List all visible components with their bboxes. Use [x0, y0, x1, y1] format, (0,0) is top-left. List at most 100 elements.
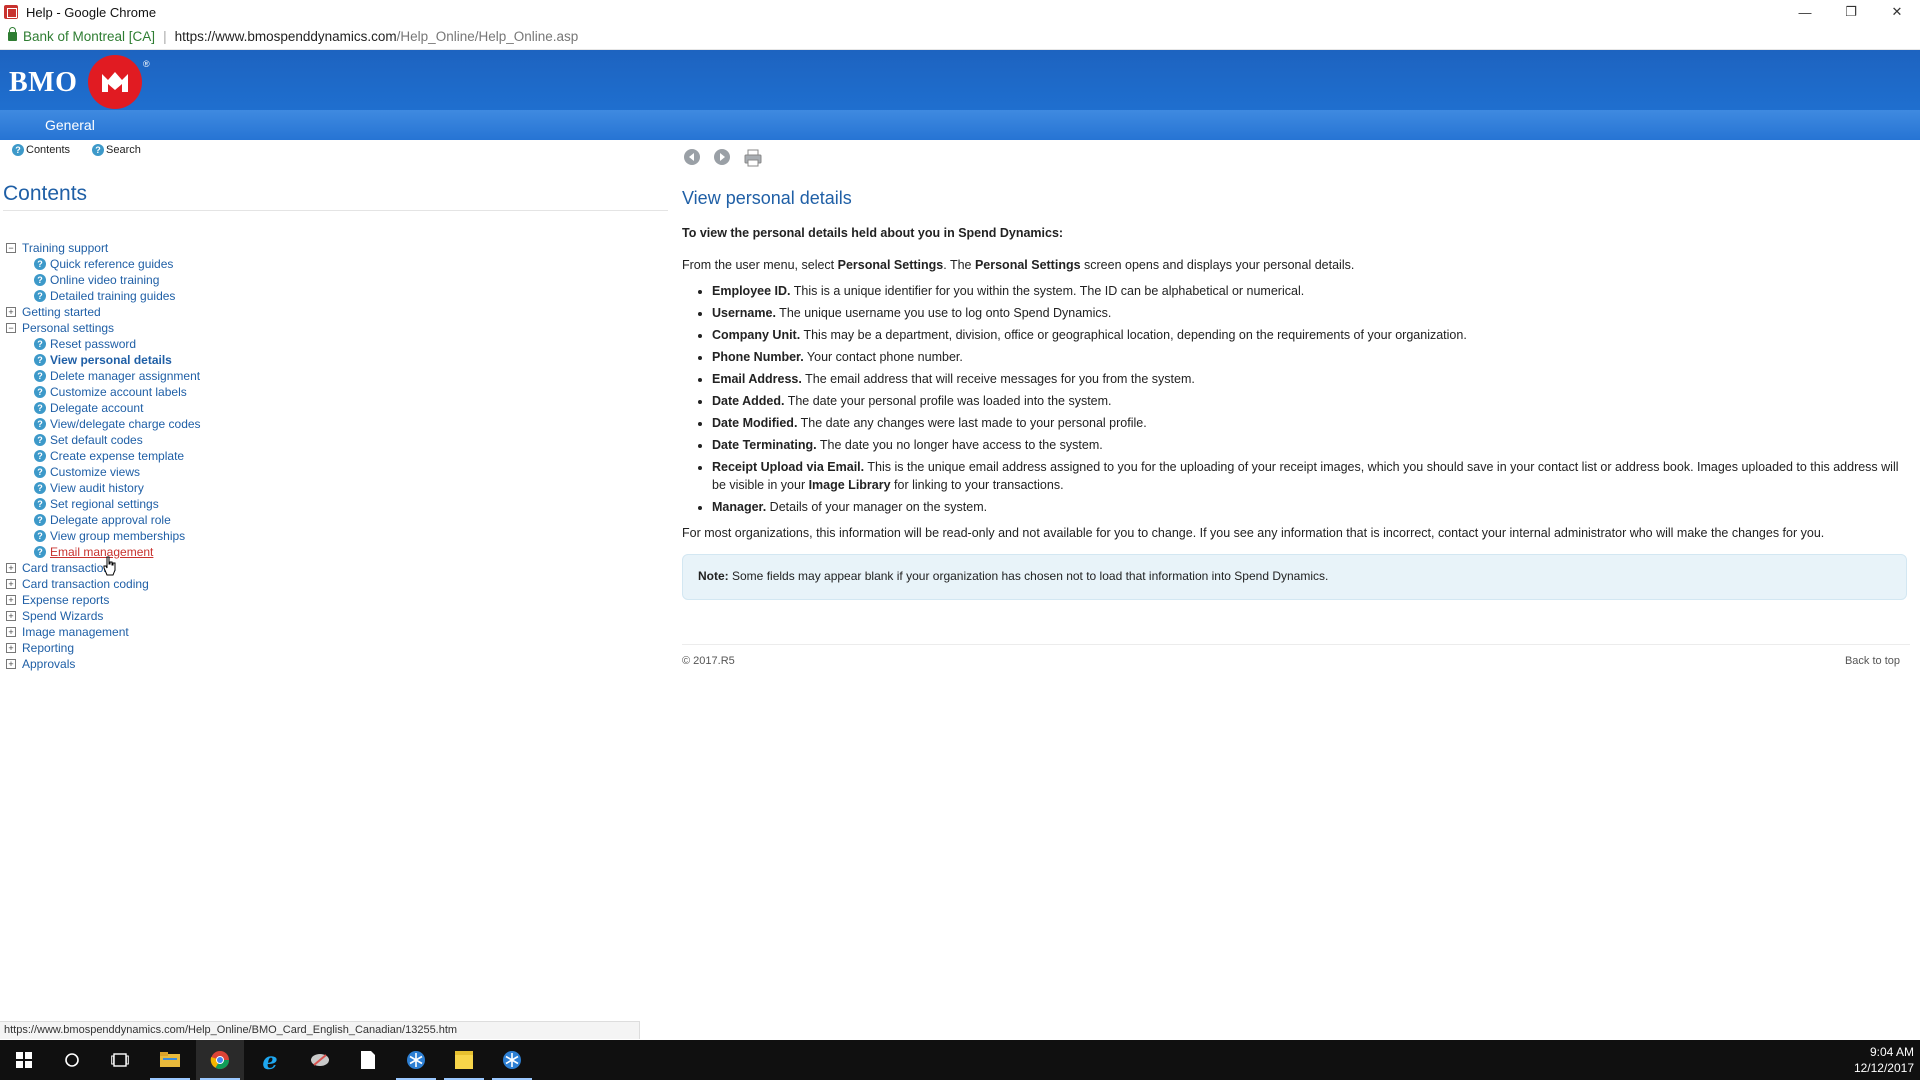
toc-label[interactable]: Image management	[22, 625, 129, 639]
toc-label[interactable]: Customize account labels	[50, 385, 187, 399]
collapse-icon[interactable]: −	[6, 243, 16, 253]
help-topic-icon: ?	[34, 274, 46, 286]
cortana-search-icon[interactable]	[48, 1040, 96, 1080]
snowflake-app-icon[interactable]	[392, 1040, 440, 1080]
toc-topic[interactable]: ? Reset password	[34, 336, 136, 352]
toc-section[interactable]: + Approvals	[6, 656, 75, 672]
help-topic-icon: ?	[34, 354, 46, 366]
windows-start-icon[interactable]	[0, 1040, 48, 1080]
toc-section[interactable]: − Training support	[6, 240, 108, 256]
toc-topic[interactable]: ? Detailed training guides	[34, 288, 175, 304]
toc-label[interactable]: Customize views	[50, 465, 140, 479]
expand-icon[interactable]: +	[6, 595, 16, 605]
field-term: Receipt Upload via Email.	[712, 460, 865, 474]
minimize-button[interactable]: —	[1782, 0, 1828, 24]
url-path[interactable]: /Help_Online/Help_Online.asp	[397, 29, 579, 44]
toc-label[interactable]: View/delegate charge codes	[50, 417, 201, 431]
toc-label[interactable]: Set default codes	[50, 433, 143, 447]
toc-label[interactable]: Training support	[22, 241, 108, 255]
toc-section[interactable]: − Personal settings	[6, 320, 114, 336]
snipping-tool-icon[interactable]	[296, 1040, 344, 1080]
help-topic-icon: ?	[34, 482, 46, 494]
url-host[interactable]: https://www.bmospenddynamics.com	[175, 29, 397, 44]
toc-topic[interactable]: ? Email management	[34, 544, 153, 560]
help-topic-icon: ?	[34, 370, 46, 382]
close-button[interactable]: ✕	[1874, 0, 1920, 24]
toc-label[interactable]: Getting started	[22, 305, 101, 319]
toc-label[interactable]: Card transaction coding	[22, 577, 149, 591]
toc-section[interactable]: + Getting started	[6, 304, 101, 320]
toc-label[interactable]: Online video training	[50, 273, 159, 287]
toc-topic[interactable]: ? Customize account labels	[34, 384, 187, 400]
toc-label[interactable]: Delegate approval role	[50, 513, 171, 527]
lock-icon[interactable]	[8, 27, 17, 41]
internet-explorer-icon[interactable]: e	[246, 1040, 294, 1080]
expand-icon[interactable]: +	[6, 643, 16, 653]
printer-icon[interactable]	[744, 149, 762, 167]
toc-topic[interactable]: ? Quick reference guides	[34, 256, 173, 272]
expand-icon[interactable]: +	[6, 579, 16, 589]
system-clock[interactable]: 9:04 AM 12/12/2017	[1854, 1044, 1914, 1076]
toc-topic[interactable]: ? View group memberships	[34, 528, 185, 544]
toc-label[interactable]: Card transactions	[22, 561, 116, 575]
field-term: Email Address.	[712, 372, 802, 386]
collapse-icon[interactable]: −	[6, 323, 16, 333]
help-topic-icon: ?	[34, 450, 46, 462]
toc-label[interactable]: View group memberships	[50, 529, 185, 543]
address-separator: |	[163, 29, 167, 44]
sticky-notes-icon[interactable]	[440, 1040, 488, 1080]
expand-icon[interactable]: +	[6, 611, 16, 621]
toc-section[interactable]: + Card transaction coding	[6, 576, 149, 592]
address-bar[interactable]: Bank of Montreal [CA] | https://www.bmos…	[0, 24, 1920, 50]
tab-search[interactable]: ? Search	[92, 144, 141, 156]
toc-label[interactable]: Reset password	[50, 337, 136, 351]
chrome-icon[interactable]	[196, 1040, 244, 1080]
site-identity[interactable]: Bank of Montreal [CA]	[23, 29, 155, 44]
toc-section[interactable]: + Reporting	[6, 640, 74, 656]
toc-topic[interactable]: ? Create expense template	[34, 448, 184, 464]
toc-label[interactable]: Delete manager assignment	[50, 369, 200, 383]
back-arrow-icon[interactable]	[684, 149, 700, 165]
expand-icon[interactable]: +	[6, 659, 16, 669]
toc-label[interactable]: Email management	[50, 545, 153, 559]
toc-topic[interactable]: ? Customize views	[34, 464, 140, 480]
expand-icon[interactable]: +	[6, 627, 16, 637]
toc-label[interactable]: Set regional settings	[50, 497, 159, 511]
copyright: © 2017.R5	[682, 655, 735, 667]
expand-icon[interactable]: +	[6, 307, 16, 317]
restore-button[interactable]: ❐	[1828, 0, 1874, 24]
toc-topic[interactable]: ? Delegate approval role	[34, 512, 171, 528]
toc-label[interactable]: Expense reports	[22, 593, 109, 607]
document-icon[interactable]	[344, 1040, 392, 1080]
toc-topic[interactable]: ? Set default codes	[34, 432, 143, 448]
toc-label[interactable]: Reporting	[22, 641, 74, 655]
toc-section[interactable]: + Image management	[6, 624, 129, 640]
expand-icon[interactable]: +	[6, 563, 16, 573]
snowflake-app-icon-2[interactable]	[488, 1040, 536, 1080]
toc-topic[interactable]: ? Set regional settings	[34, 496, 159, 512]
toc-topic[interactable]: ? View/delegate charge codes	[34, 416, 201, 432]
toc-label[interactable]: Personal settings	[22, 321, 114, 335]
toc-label[interactable]: Spend Wizards	[22, 609, 103, 623]
file-explorer-icon[interactable]	[146, 1040, 194, 1080]
back-to-top-link[interactable]: Back to top	[1845, 655, 1900, 667]
toc-label[interactable]: View audit history	[50, 481, 144, 495]
toc-label[interactable]: Detailed training guides	[50, 289, 175, 303]
toc-label[interactable]: Approvals	[22, 657, 75, 671]
toc-label[interactable]: View personal details	[50, 353, 172, 367]
toc-topic[interactable]: ? Delete manager assignment	[34, 368, 200, 384]
toc-section[interactable]: + Card transactions	[6, 560, 116, 576]
toc-section[interactable]: + Expense reports	[6, 592, 109, 608]
toc-topic[interactable]: ? Online video training	[34, 272, 159, 288]
task-view-icon[interactable]	[96, 1040, 144, 1080]
toc-topic[interactable]: ? View personal details	[34, 352, 172, 368]
field-item: Date Added. The date your personal profi…	[712, 392, 1907, 410]
forward-arrow-icon[interactable]	[714, 149, 730, 165]
toc-label[interactable]: Quick reference guides	[50, 257, 173, 271]
toc-topic[interactable]: ? View audit history	[34, 480, 144, 496]
toc-section[interactable]: + Spend Wizards	[6, 608, 103, 624]
tab-contents[interactable]: ? Contents	[12, 144, 70, 156]
toc-label[interactable]: Delegate account	[50, 401, 143, 415]
toc-label[interactable]: Create expense template	[50, 449, 184, 463]
toc-topic[interactable]: ? Delegate account	[34, 400, 143, 416]
